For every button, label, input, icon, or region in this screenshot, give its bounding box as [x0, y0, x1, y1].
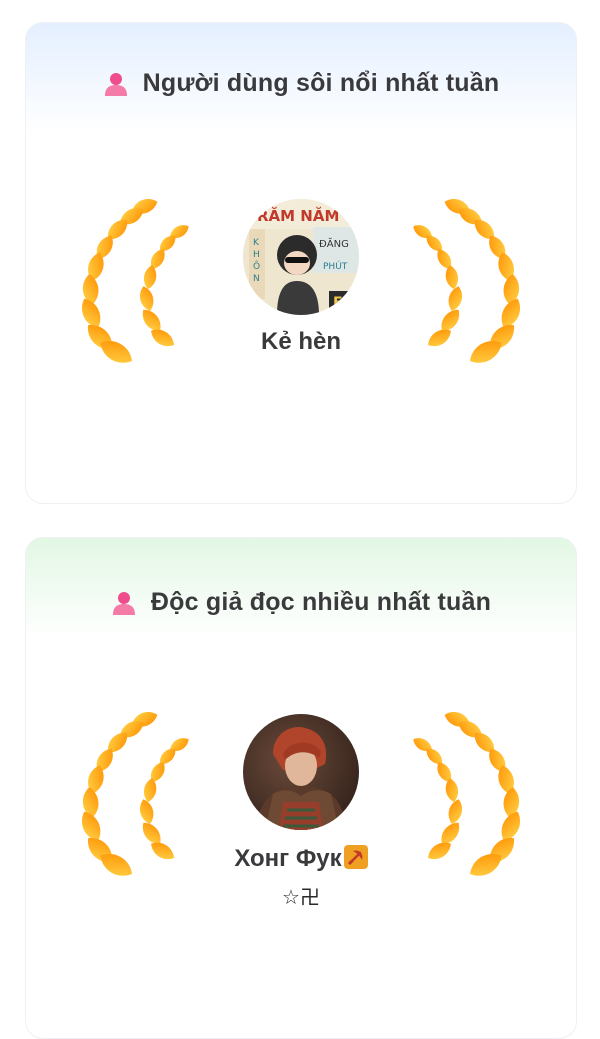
- svg-text:Ô: Ô: [253, 260, 260, 272]
- svg-text:EM: EM: [333, 295, 357, 311]
- user-name[interactable]: Kẻ hèn: [26, 328, 576, 356]
- svg-text:H: H: [253, 250, 260, 260]
- most-active-user-card: Người dùng sôi nổi nhất tuần RĂM NĂM ĐĂN…: [25, 22, 577, 504]
- svg-text:N: N: [253, 274, 260, 284]
- user-badge: ☆卍: [282, 885, 320, 909]
- card-title: Độc giả đọc nhiều nhất tuần: [150, 588, 492, 616]
- svg-text:ĐĂNG: ĐĂNG: [319, 237, 349, 250]
- card-header: Người dùng sôi nổi nhất tuần: [26, 69, 576, 98]
- top-reader-card: Độc giả đọc nhiều nhất tuần Хонг Фук ☆卍: [25, 537, 577, 1039]
- user-icon: [112, 591, 135, 615]
- user-icon: [104, 72, 127, 96]
- user-name[interactable]: Хонг Фук: [26, 845, 576, 873]
- svg-text:PHÚT: PHÚT: [323, 260, 348, 272]
- card-header: Độc giả đọc nhiều nhất tuần: [26, 588, 576, 617]
- card-title: Người dùng sôi nổi nhất tuần: [142, 69, 500, 97]
- user-avatar[interactable]: [243, 714, 359, 830]
- user-avatar[interactable]: RĂM NĂM ĐĂNG PHÚT K H Ô N EM: [243, 199, 359, 315]
- svg-text:RĂM NĂM: RĂM NĂM: [257, 206, 339, 225]
- hammer-sickle-icon: [343, 845, 368, 869]
